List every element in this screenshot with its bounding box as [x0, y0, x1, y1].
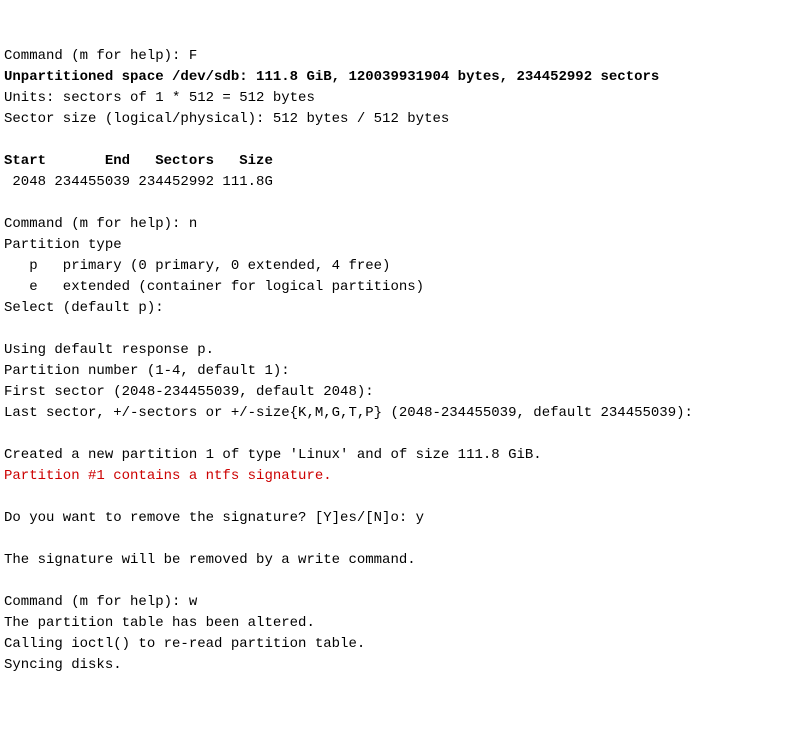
terminal-line [4, 130, 806, 151]
terminal-line: First sector (2048-234455039, default 20… [4, 382, 806, 403]
terminal-line [4, 424, 806, 445]
terminal-line: Command (m for help): n [4, 214, 806, 235]
terminal-line: Partition type [4, 235, 806, 256]
terminal-line: The partition table has been altered. [4, 613, 806, 634]
terminal-line [4, 193, 806, 214]
terminal-line: Units: sectors of 1 * 512 = 512 bytes [4, 88, 806, 109]
terminal-line: The signature will be removed by a write… [4, 550, 806, 571]
terminal-line: Partition #1 contains a ntfs signature. [4, 466, 806, 487]
terminal-line: p primary (0 primary, 0 extended, 4 free… [4, 256, 806, 277]
terminal-line: Unpartitioned space /dev/sdb: 111.8 GiB,… [4, 67, 806, 88]
terminal-line [4, 571, 806, 592]
terminal-line: Sector size (logical/physical): 512 byte… [4, 109, 806, 130]
terminal-line: Command (m for help): F [4, 46, 806, 67]
terminal-line: Partition number (1-4, default 1): [4, 361, 806, 382]
terminal-line: Do you want to remove the signature? [Y]… [4, 508, 806, 529]
terminal-line: e extended (container for logical partit… [4, 277, 806, 298]
terminal-line: Start End Sectors Size [4, 151, 806, 172]
terminal-line [4, 529, 806, 550]
terminal-line: Syncing disks. [4, 655, 806, 676]
terminal-line [4, 487, 806, 508]
terminal-line: Calling ioctl() to re-read partition tab… [4, 634, 806, 655]
terminal-output: Command (m for help): FUnpartitioned spa… [4, 46, 806, 676]
terminal-line: Created a new partition 1 of type 'Linux… [4, 445, 806, 466]
terminal-line: Select (default p): [4, 298, 806, 319]
terminal-line: 2048 234455039 234452992 111.8G [4, 172, 806, 193]
terminal-line: Last sector, +/-sectors or +/-size{K,M,G… [4, 403, 806, 424]
terminal-line: Command (m for help): w [4, 592, 806, 613]
terminal-line [4, 319, 806, 340]
terminal-line: Using default response p. [4, 340, 806, 361]
